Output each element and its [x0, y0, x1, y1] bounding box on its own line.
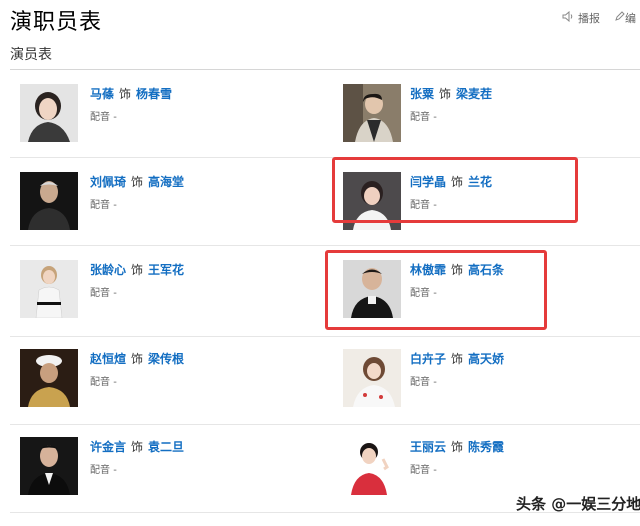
dub-value: -: [113, 377, 117, 388]
role-connector: 饰: [119, 87, 132, 101]
actor-name[interactable]: 许金言: [90, 440, 126, 454]
dub-label: 配音: [410, 465, 430, 476]
role-connector: 饰: [451, 352, 464, 366]
role-connector: 饰: [131, 352, 144, 366]
header-divider: [10, 69, 640, 70]
dub-label: 配音: [410, 377, 430, 388]
role-name[interactable]: 王军花: [148, 263, 184, 277]
actor-name[interactable]: 刘佩琦: [90, 175, 126, 189]
highlight-box: [325, 250, 547, 330]
dub-value: -: [113, 112, 117, 123]
cast-item: 刘佩琦饰高海堂 配音 -: [20, 172, 320, 248]
role-name[interactable]: 袁二旦: [148, 440, 184, 454]
role-name[interactable]: 陈秀霞: [468, 440, 504, 454]
dub-label: 配音: [90, 200, 110, 211]
actor-name[interactable]: 马蓧: [90, 87, 114, 101]
edit-button[interactable]: 编: [625, 10, 636, 26]
page-title: 演职员表: [10, 10, 103, 35]
watermark: 头条 @一娱三分地: [516, 495, 640, 513]
dub-value: -: [433, 377, 437, 388]
cast-item: 张粟饰梁麦茬 配音 -: [343, 84, 640, 160]
role-connector: 饰: [131, 440, 144, 454]
toolbar: 播报 编: [562, 10, 636, 26]
actor-photo[interactable]: [20, 172, 78, 230]
cast-item: 张龄心饰王军花 配音 -: [20, 260, 320, 336]
dub-value: -: [433, 465, 437, 476]
dub-value: -: [113, 465, 117, 476]
cast-item: 赵恒煊饰梁传根 配音 -: [20, 349, 320, 425]
role-connector: 饰: [451, 440, 464, 454]
dub-label: 配音: [410, 112, 430, 123]
dub-value: -: [433, 112, 437, 123]
role-name[interactable]: 高天娇: [468, 352, 504, 366]
role-name[interactable]: 高海堂: [148, 175, 184, 189]
actor-photo[interactable]: [343, 349, 401, 407]
role-name[interactable]: 梁传根: [148, 352, 184, 366]
dub-value: -: [113, 288, 117, 299]
dub-label: 配音: [90, 288, 110, 299]
role-connector: 饰: [131, 263, 144, 277]
cast-item: 许金言饰袁二旦 配音 -: [20, 437, 320, 513]
role-connector: 饰: [131, 175, 144, 189]
cast-item: 马蓧饰杨春雪 配音 -: [20, 84, 320, 160]
role-name[interactable]: 梁麦茬: [456, 87, 492, 101]
role-name[interactable]: 杨春雪: [136, 87, 172, 101]
dub-label: 配音: [90, 377, 110, 388]
section-title: 演员表: [10, 47, 52, 63]
play-button[interactable]: 播报: [578, 10, 600, 26]
dub-value: -: [113, 200, 117, 211]
highlight-box: [332, 157, 578, 223]
actor-name[interactable]: 张粟: [410, 87, 434, 101]
role-connector: 饰: [439, 87, 452, 101]
actor-name[interactable]: 张龄心: [90, 263, 126, 277]
actor-photo[interactable]: [343, 84, 401, 142]
actor-name[interactable]: 白卉子: [410, 352, 446, 366]
speaker-icon[interactable]: [562, 10, 574, 25]
edit-icon[interactable]: [614, 11, 625, 25]
actor-name[interactable]: 王丽云: [410, 440, 446, 454]
actor-photo[interactable]: [20, 260, 78, 318]
row-divider: [10, 336, 640, 337]
actor-photo[interactable]: [20, 437, 78, 495]
actor-photo[interactable]: [20, 84, 78, 142]
actor-photo[interactable]: [20, 349, 78, 407]
dub-label: 配音: [90, 465, 110, 476]
actor-name[interactable]: 赵恒煊: [90, 352, 126, 366]
actor-photo[interactable]: [343, 437, 401, 495]
dub-label: 配音: [90, 112, 110, 123]
cast-item: 白卉子饰高天娇 配音 -: [343, 349, 640, 425]
